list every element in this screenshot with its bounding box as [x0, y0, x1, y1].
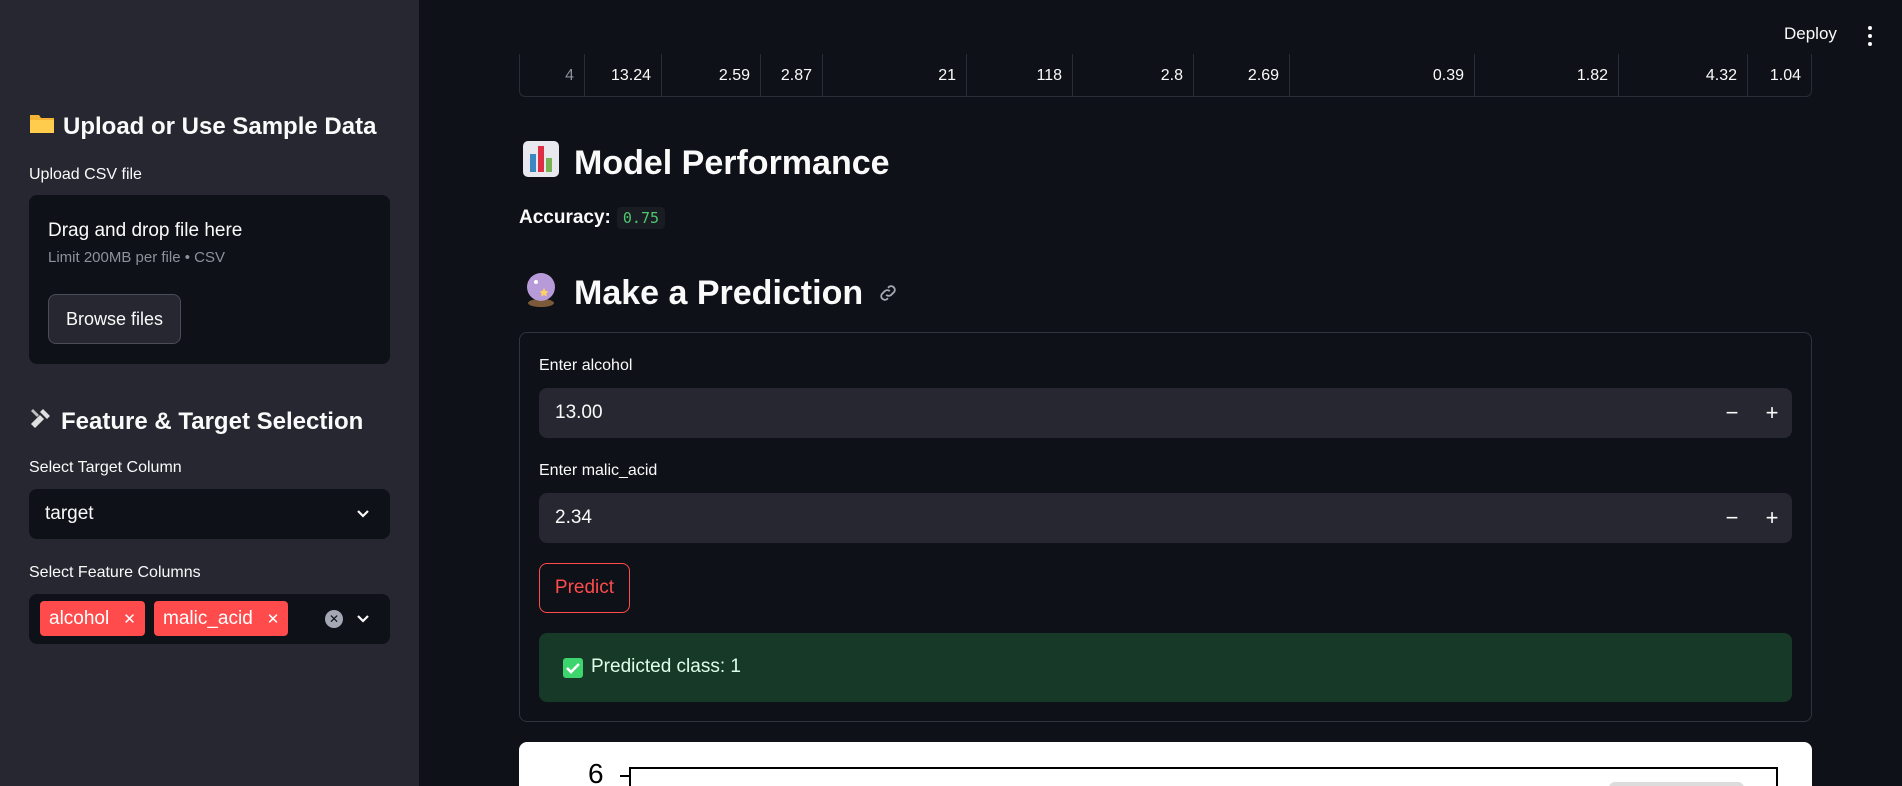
- malic-acid-label: Enter malic_acid: [539, 462, 658, 479]
- target-select[interactable]: target: [29, 489, 390, 539]
- increment-button[interactable]: +: [1752, 388, 1792, 438]
- performance-heading: Model Performance: [522, 140, 890, 187]
- features-label: Select Feature Columns: [29, 564, 201, 581]
- table-cell: 2.69: [1194, 54, 1290, 97]
- y-tick-label: 6: [588, 758, 604, 786]
- table-cell: 21: [823, 54, 967, 97]
- link-icon[interactable]: [877, 274, 899, 313]
- target-label: Select Target Column: [29, 459, 182, 476]
- browse-files-button[interactable]: Browse files: [48, 294, 181, 344]
- accuracy-label: Accuracy:: [519, 207, 611, 228]
- prediction-title: Make a Prediction: [574, 274, 864, 312]
- remove-tag-icon[interactable]: ✕: [267, 610, 280, 628]
- upload-heading: Upload or Use Sample Data: [29, 112, 390, 141]
- feature-tag-label: malic_acid: [163, 607, 253, 629]
- table-cell: 0.39: [1290, 54, 1475, 97]
- chart-area: 6: [519, 742, 1812, 786]
- plot-frame: [629, 767, 1778, 786]
- dropzone-title: Drag and drop file here: [48, 220, 243, 241]
- table-index-cell: 4: [520, 54, 585, 97]
- data-table: 4 13.24 2.59 2.87 21 118 2.8 2.69 0.39 1…: [519, 54, 1812, 97]
- malic-acid-value[interactable]: 2.34: [555, 507, 592, 529]
- malic-acid-number-input[interactable]: 2.34 − +: [539, 493, 1792, 543]
- chevron-down-icon[interactable]: [354, 610, 372, 628]
- deploy-button[interactable]: Deploy: [1784, 24, 1837, 44]
- table-cell: 2.8: [1073, 54, 1194, 97]
- prediction-heading: Make a Prediction: [522, 270, 899, 317]
- accuracy-line: Accuracy: 0.75: [519, 207, 666, 229]
- clear-all-icon[interactable]: ✕: [325, 610, 343, 628]
- increment-button[interactable]: +: [1752, 493, 1792, 543]
- feature-tag: alcohol ✕: [40, 601, 145, 636]
- prediction-result-text: Predicted class: 1: [591, 656, 741, 677]
- feature-tag: malic_acid ✕: [154, 601, 289, 636]
- remove-tag-icon[interactable]: ✕: [123, 610, 136, 628]
- file-dropzone[interactable]: Drag and drop file here Limit 200MB per …: [29, 195, 390, 364]
- crystal-ball-icon: [522, 270, 560, 317]
- table-cell: 1.04: [1769, 66, 1801, 84]
- accuracy-value: 0.75: [616, 207, 666, 229]
- tools-icon: [29, 406, 53, 437]
- performance-title: Model Performance: [574, 144, 890, 182]
- predict-button[interactable]: Predict: [539, 563, 630, 613]
- decrement-button[interactable]: −: [1712, 388, 1752, 438]
- dropzone-hint: Limit 200MB per file • CSV: [48, 249, 225, 266]
- table-cell: 2.87: [761, 54, 823, 97]
- prediction-form: Enter alcohol 13.00 − + Enter malic_acid…: [519, 332, 1812, 722]
- decrement-button[interactable]: −: [1712, 493, 1752, 543]
- alcohol-number-input[interactable]: 13.00 − +: [539, 388, 1792, 438]
- chevron-down-icon: [354, 505, 372, 523]
- table-cell: 118: [967, 54, 1073, 97]
- feature-heading: Feature & Target Selection: [29, 406, 390, 437]
- main-menu-icon[interactable]: [1867, 26, 1873, 46]
- alcohol-value[interactable]: 13.00: [555, 402, 603, 424]
- check-icon: [563, 658, 583, 678]
- table-cell: 13.24: [585, 54, 662, 97]
- table-cell: 1.82: [1475, 54, 1619, 97]
- folder-icon: [29, 112, 55, 141]
- upload-label: Upload CSV file: [29, 166, 142, 183]
- plot-legend: [1609, 782, 1744, 786]
- features-multiselect[interactable]: alcohol ✕ malic_acid ✕ ✕: [29, 594, 390, 644]
- table-cell: 4.32: [1619, 54, 1748, 97]
- bar-chart-icon: [522, 140, 560, 187]
- target-select-value: target: [45, 503, 94, 524]
- table-cell: 2.59: [662, 54, 761, 97]
- prediction-result-alert: Predicted class: 1: [539, 633, 1792, 702]
- alcohol-label: Enter alcohol: [539, 357, 633, 374]
- feature-tag-label: alcohol: [49, 607, 110, 629]
- sidebar: Upload or Use Sample Data Upload CSV fil…: [0, 0, 419, 786]
